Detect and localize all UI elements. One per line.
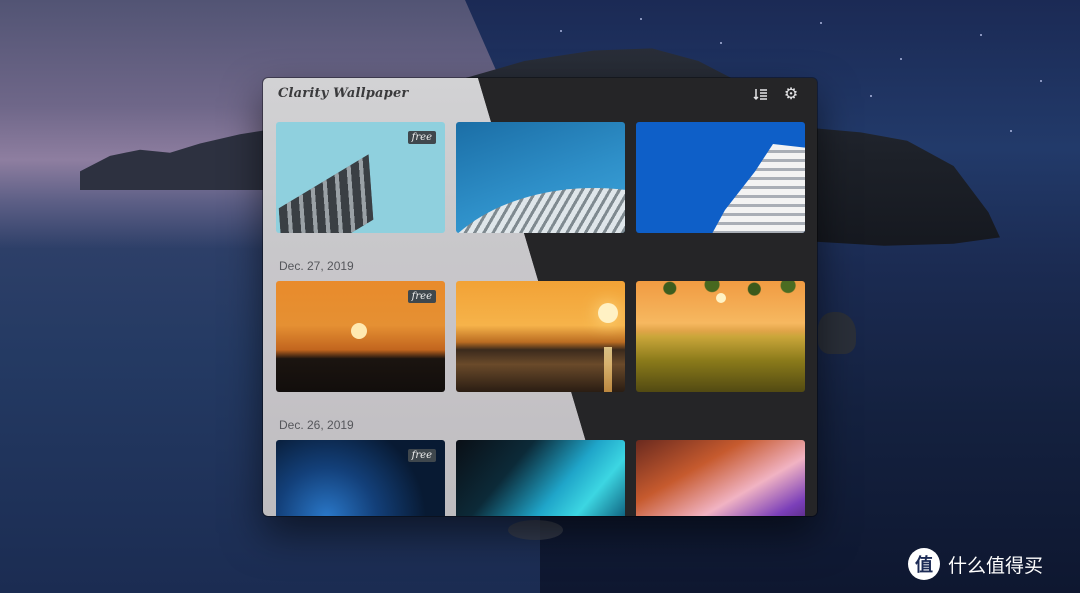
watermark-text: 什么值得买 <box>948 555 1044 577</box>
sort-icon <box>752 88 767 100</box>
rock <box>818 312 856 354</box>
free-badge: free <box>407 290 436 303</box>
wallpaper-thumbnail[interactable]: free <box>276 281 445 392</box>
wallpaper-thumbnail[interactable] <box>456 281 625 392</box>
date-heading: Dec. 27, 2019 <box>279 259 354 273</box>
settings-button[interactable]: ⚙ <box>781 84 801 104</box>
titlebar: Clarity Wallpaper ⚙ <box>263 78 817 110</box>
watermark: 值 什么值得买 <box>908 548 1043 580</box>
app-title: Clarity Wallpaper <box>278 86 409 101</box>
app-window: Clarity Wallpaper ⚙ free Dec. 27, 2019 f… <box>263 78 817 516</box>
small-island <box>508 520 563 540</box>
wallpaper-thumbnail[interactable] <box>456 440 625 516</box>
free-badge: free <box>407 449 436 462</box>
watermark-logo: 值 <box>908 548 940 580</box>
wallpaper-thumbnail[interactable]: free <box>276 122 445 233</box>
gear-icon: ⚙ <box>783 86 799 103</box>
date-heading: Dec. 26, 2019 <box>279 418 354 432</box>
sort-button[interactable] <box>750 84 770 104</box>
wallpaper-thumbnail[interactable] <box>636 281 805 392</box>
wallpaper-thumbnail[interactable] <box>456 122 625 233</box>
wallpaper-thumbnail[interactable] <box>636 440 805 516</box>
wallpaper-thumbnail[interactable]: free <box>276 440 445 516</box>
free-badge: free <box>407 131 436 144</box>
wallpaper-thumbnail[interactable] <box>636 122 805 233</box>
